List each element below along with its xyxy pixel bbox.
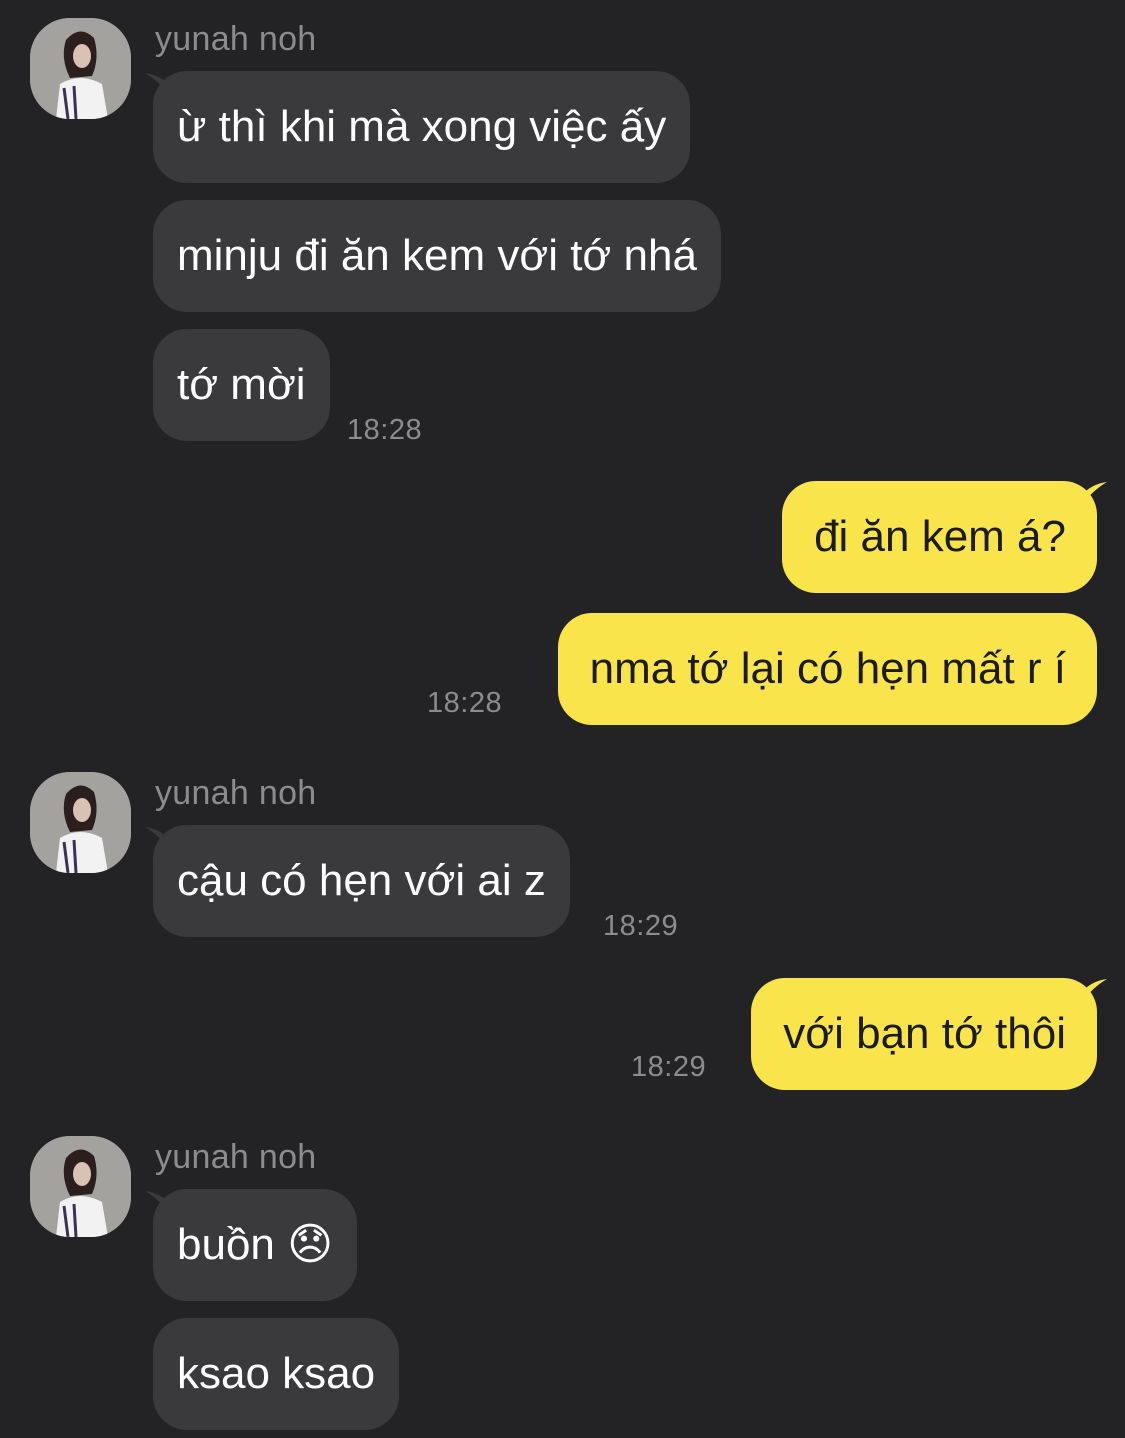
avatar[interactable] — [30, 18, 131, 119]
profile-photo-icon — [30, 1136, 131, 1237]
message-timestamp: 18:29 — [631, 1051, 707, 1083]
message-bubble[interactable]: đi ăn kem á? — [782, 481, 1097, 593]
profile-photo-icon — [30, 772, 131, 873]
message-bubble[interactable]: nma tớ lại có hẹn mất r í — [557, 613, 1097, 725]
message-bubble[interactable]: minju đi ăn kem với tớ nhá — [153, 200, 721, 312]
message-bubble[interactable]: buồn 😞 — [153, 1189, 357, 1301]
bubble-tail — [1081, 979, 1107, 1003]
message-bubble[interactable]: tớ mời — [153, 329, 330, 441]
message-bubble[interactable]: với bạn tớ thôi — [751, 978, 1097, 1090]
avatar[interactable] — [30, 1136, 131, 1237]
profile-photo-icon — [30, 18, 131, 119]
bubble-tail — [1081, 482, 1107, 506]
sender-name: yunah noh — [155, 774, 317, 812]
sender-name: yunah noh — [155, 20, 317, 58]
message-timestamp: 18:29 — [603, 910, 679, 942]
message-bubble[interactable]: ừ thì khi mà xong việc ấy — [153, 71, 691, 183]
message-bubble[interactable]: ksao ksao — [153, 1318, 400, 1430]
message-bubble[interactable]: cậu có hẹn với ai z — [153, 825, 570, 937]
sender-name: yunah noh — [155, 1138, 317, 1176]
message-timestamp: 18:28 — [427, 687, 503, 719]
message-timestamp: 18:28 — [347, 414, 423, 446]
chat-thread: yunah noh ừ thì khi mà xong việc ấy minj… — [0, 0, 1125, 1438]
avatar[interactable] — [30, 772, 131, 873]
